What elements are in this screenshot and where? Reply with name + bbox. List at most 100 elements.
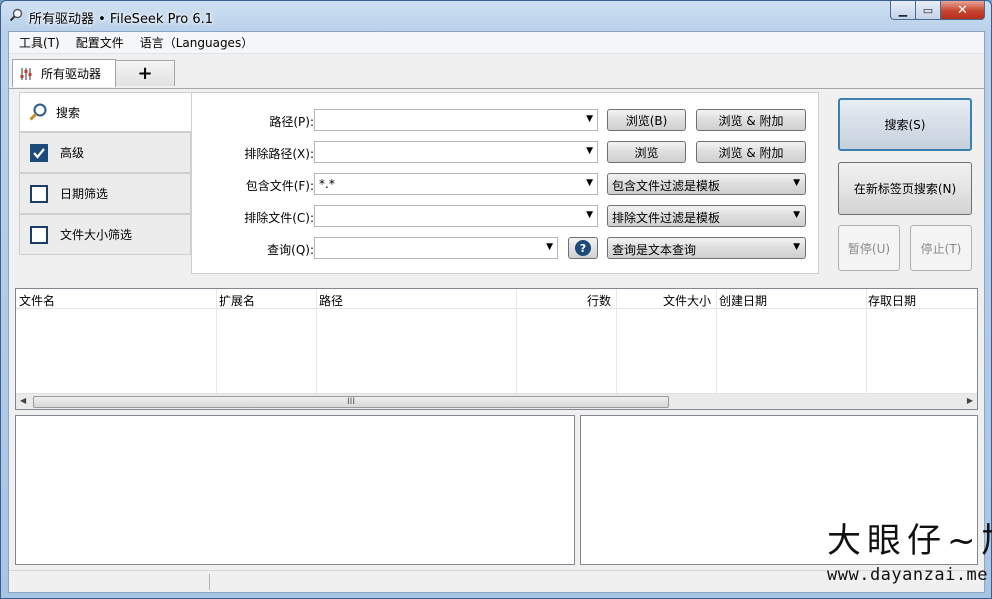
search-icon: [29, 103, 47, 121]
path-row: 路径(P): ▼ 浏览(B) 浏览 & 附加: [192, 109, 820, 133]
status-divider: [209, 574, 210, 590]
path-label: 路径(P):: [269, 115, 314, 129]
browse-exclude-button[interactable]: 浏览: [607, 141, 686, 163]
dropdown-arrow-icon[interactable]: ▼: [586, 178, 593, 188]
exclude-files-combobox[interactable]: ▼: [314, 205, 598, 227]
title-bar[interactable]: 所有驱动器 • FileSeek Pro 6.1 ▁ ▭ ✕: [1, 1, 991, 31]
minimize-button[interactable]: ▁: [890, 1, 916, 20]
pause-button[interactable]: 暂停(U): [838, 225, 900, 271]
app-window: 所有驱动器 • FileSeek Pro 6.1 ▁ ▭ ✕ 工具(T) 配置文…: [0, 0, 992, 599]
watermark-text: 大眼仔~旭: [827, 521, 992, 561]
window-title: 所有驱动器 • FileSeek Pro 6.1: [29, 12, 214, 27]
column-header-path[interactable]: 路径: [319, 292, 343, 309]
column-divider: [216, 289, 217, 393]
column-divider: [616, 289, 617, 393]
menu-language[interactable]: 语言（Languages）: [132, 32, 261, 53]
sidebar-item-label: 文件大小筛选: [60, 228, 133, 242]
sliders-icon: [20, 67, 32, 80]
checkmark-icon: [33, 147, 45, 159]
scrollbar-thumb[interactable]: III: [33, 396, 669, 408]
dropdown-arrow-icon: ▼: [793, 210, 800, 220]
help-icon: ?: [575, 240, 591, 256]
column-divider: [516, 289, 517, 393]
scroll-left-icon[interactable]: ◀: [20, 396, 26, 405]
sidebar-item-date-filter[interactable]: 日期筛选: [19, 173, 191, 214]
minimize-icon: ▁: [898, 3, 908, 17]
menu-tools[interactable]: 工具(T): [11, 32, 68, 53]
column-header-size[interactable]: 文件大小: [663, 292, 711, 309]
horizontal-scrollbar[interactable]: ◀ III ▶: [16, 393, 977, 409]
close-icon: ✕: [957, 2, 968, 18]
query-mode-select[interactable]: 查询是文本查询 ▼: [607, 237, 806, 259]
include-files-label: 包含文件(F):: [245, 179, 314, 193]
include-files-row: 包含文件(F): *.* ▼ 包含文件过滤是模板 ▼: [192, 173, 820, 197]
exclude-path-combobox[interactable]: ▼: [314, 141, 598, 163]
tab-all-drives[interactable]: 所有驱动器: [12, 59, 116, 87]
include-files-combobox[interactable]: *.* ▼: [314, 173, 598, 195]
column-header-filename[interactable]: 文件名: [19, 292, 55, 309]
sidebar-item-size-filter[interactable]: 文件大小筛选: [19, 214, 191, 255]
filter-sidebar: 搜索 高级 日期筛选 文件大小筛选: [19, 92, 192, 282]
date-filter-checkbox[interactable]: [30, 184, 48, 203]
exclude-files-label: 排除文件(C):: [244, 211, 314, 225]
results-header: 文件名 扩展名 路径 行数 文件大小 创建日期 存取日期: [16, 289, 977, 309]
exclude-mode-select[interactable]: 排除文件过滤是模板 ▼: [607, 205, 806, 227]
browse-button[interactable]: 浏览(B): [607, 109, 686, 131]
sidebar-item-search[interactable]: 搜索: [19, 92, 192, 132]
include-mode-select[interactable]: 包含文件过滤是模板 ▼: [607, 173, 806, 195]
include-files-value: *.*: [319, 177, 335, 191]
query-label: 查询(Q):: [267, 243, 314, 257]
menu-bar: 工具(T) 配置文件 语言（Languages）: [9, 32, 984, 54]
add-tab-button[interactable]: +: [115, 60, 175, 86]
column-divider: [866, 289, 867, 393]
exclude-path-row: 排除路径(X): ▼ 浏览 浏览 & 附加: [192, 141, 820, 165]
dropdown-arrow-icon[interactable]: ▼: [586, 146, 593, 156]
tab-label: 所有驱动器: [41, 67, 102, 81]
watermark-url: www.dayanzai.me: [827, 565, 989, 585]
stop-button[interactable]: 停止(T): [910, 225, 972, 271]
menu-profiles[interactable]: 配置文件: [68, 32, 132, 53]
query-combobox[interactable]: ▼: [314, 237, 558, 259]
maximize-icon: ▭: [922, 3, 934, 17]
dropdown-arrow-icon: ▼: [793, 242, 800, 252]
query-row: 查询(Q): ▼ ? 查询是文本查询 ▼: [192, 237, 820, 261]
size-filter-checkbox[interactable]: [30, 225, 48, 244]
exclude-mode-value: 排除文件过滤是模板: [612, 211, 721, 225]
dropdown-arrow-icon[interactable]: ▼: [586, 210, 593, 220]
exclude-path-label: 排除路径(X):: [244, 147, 314, 161]
column-divider: [716, 289, 717, 393]
plus-icon: +: [137, 63, 153, 84]
query-mode-value: 查询是文本查询: [612, 243, 697, 257]
column-header-created[interactable]: 创建日期: [719, 292, 767, 309]
path-combobox[interactable]: ▼: [314, 109, 598, 131]
sidebar-item-label: 日期筛选: [60, 187, 109, 201]
include-mode-value: 包含文件过滤是模板: [612, 179, 721, 193]
file-preview-pane[interactable]: [15, 415, 575, 565]
browse-append-button[interactable]: 浏览 & 附加: [696, 109, 806, 131]
tab-divider: [9, 88, 984, 89]
browse-append-exclude-button[interactable]: 浏览 & 附加: [696, 141, 806, 163]
search-new-tab-button[interactable]: 在新标签页搜索(N): [838, 162, 972, 215]
dropdown-arrow-icon[interactable]: ▼: [586, 114, 593, 124]
results-grid: 文件名 扩展名 路径 行数 文件大小 创建日期 存取日期 ◀ III ▶: [15, 288, 978, 410]
dropdown-arrow-icon[interactable]: ▼: [546, 242, 553, 252]
sidebar-item-advanced[interactable]: 高级: [19, 132, 191, 173]
column-divider: [316, 289, 317, 393]
column-header-accessed[interactable]: 存取日期: [868, 292, 916, 309]
maximize-button[interactable]: ▭: [916, 1, 941, 20]
close-button[interactable]: ✕: [941, 1, 985, 20]
tab-strip: 所有驱动器 +: [9, 56, 984, 88]
scroll-right-icon[interactable]: ▶: [967, 396, 973, 405]
magnifier-app-icon: [9, 8, 23, 22]
column-header-lines[interactable]: 行数: [587, 292, 611, 309]
search-form: 路径(P): ▼ 浏览(B) 浏览 & 附加 排除路径(X): ▼ 浏览 浏览 …: [191, 92, 819, 274]
advanced-checkbox[interactable]: [30, 143, 48, 162]
column-header-extension[interactable]: 扩展名: [219, 292, 255, 309]
client-area: 工具(T) 配置文件 语言（Languages） 所有驱动器 + 搜索 高级 日…: [8, 31, 985, 593]
window-controls: ▁ ▭ ✕: [890, 1, 985, 21]
search-button[interactable]: 搜索(S): [838, 98, 972, 151]
exclude-files-row: 排除文件(C): ▼ 排除文件过滤是模板 ▼: [192, 205, 820, 229]
sidebar-item-label: 高级: [60, 146, 85, 160]
watermark: 大眼仔~旭 www.dayanzai.me: [821, 513, 992, 593]
query-help-button[interactable]: ?: [568, 237, 598, 259]
